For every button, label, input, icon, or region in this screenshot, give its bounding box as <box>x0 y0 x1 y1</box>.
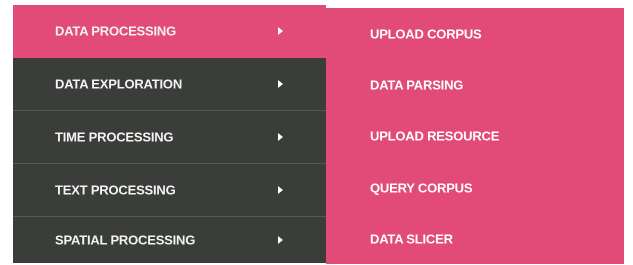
menu-item-label: TIME PROCESSING <box>55 129 174 145</box>
submenu-item-label: DATA SLICER <box>370 231 453 246</box>
submenu-item-data-slicer[interactable]: DATA SLICER <box>326 213 624 264</box>
submenu-item-label: DATA PARSING <box>370 77 464 92</box>
navigation-container: DATA PROCESSING DATA EXPLORATION TIME PR… <box>0 0 633 265</box>
menu-item-label: DATA EXPLORATION <box>55 76 183 92</box>
menu-item-time-processing[interactable]: TIME PROCESSING <box>13 111 326 164</box>
submenu-item-query-corpus[interactable]: QUERY CORPUS <box>326 162 624 213</box>
menu-item-spatial-processing[interactable]: SPATIAL PROCESSING <box>13 217 326 263</box>
menu-item-label: TEXT PROCESSING <box>55 182 176 198</box>
submenu-item-upload-resource[interactable]: UPLOAD RESOURCE <box>326 110 624 161</box>
chevron-right-icon <box>278 236 283 244</box>
submenu-item-upload-corpus[interactable]: UPLOAD CORPUS <box>326 8 624 59</box>
chevron-right-icon <box>278 80 283 88</box>
submenu-item-data-parsing[interactable]: DATA PARSING <box>326 59 624 110</box>
chevron-right-icon <box>278 133 283 141</box>
submenu-item-label: UPLOAD RESOURCE <box>370 128 500 143</box>
submenu-item-label: UPLOAD CORPUS <box>370 26 482 41</box>
menu-item-data-exploration[interactable]: DATA EXPLORATION <box>13 58 326 111</box>
menu-item-label: DATA PROCESSING <box>55 23 176 39</box>
chevron-right-icon <box>278 186 283 194</box>
menu-item-text-processing[interactable]: TEXT PROCESSING <box>13 164 326 217</box>
menu-item-label: SPATIAL PROCESSING <box>55 232 196 248</box>
chevron-right-icon <box>278 27 283 35</box>
submenu-data-processing: UPLOAD CORPUS DATA PARSING UPLOAD RESOUR… <box>326 8 624 264</box>
submenu-item-label: QUERY CORPUS <box>370 180 473 195</box>
menu-item-data-processing[interactable]: DATA PROCESSING <box>13 5 326 58</box>
main-menu: DATA PROCESSING DATA EXPLORATION TIME PR… <box>13 5 326 263</box>
